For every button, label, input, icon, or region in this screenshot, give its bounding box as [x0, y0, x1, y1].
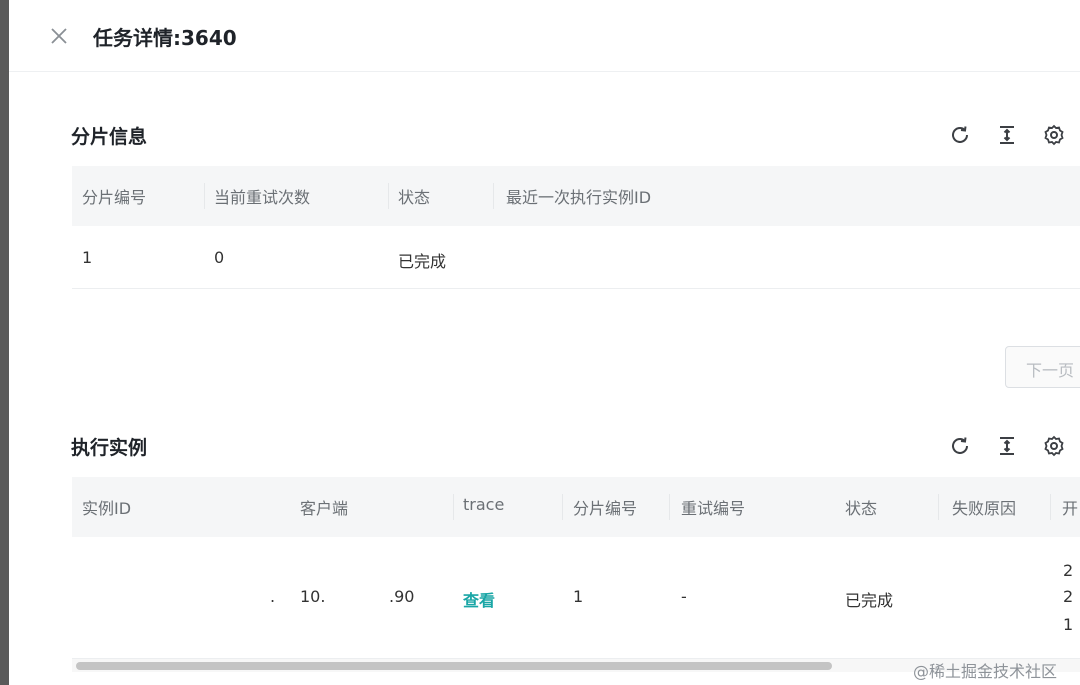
col-fail-reason: 失败原因 [952, 499, 1017, 518]
col-start-time: 开 [1062, 499, 1079, 518]
shard-table: 分片编号 当前重试次数 状态 最近一次执行实例ID 1 0 已完成 [72, 166, 1080, 290]
shard-section-title: 分片信息 [71, 126, 148, 148]
column-divider [938, 494, 939, 520]
column-divider [453, 494, 454, 520]
cell-retry-no: - [681, 587, 687, 606]
trace-view-link[interactable]: 查看 [463, 587, 495, 611]
refresh-icon[interactable] [946, 121, 974, 149]
cell-status: 已完成 [398, 252, 447, 271]
task-detail-drawer: 任务详情:3640 分片信息 分片编号 当前重试次数 状态 最近一次执行实例ID… [9, 0, 1080, 685]
settings-gear-icon[interactable] [1040, 121, 1068, 149]
left-edge-bar [0, 0, 9, 685]
row-divider [72, 288, 1080, 289]
column-height-icon[interactable] [993, 121, 1021, 149]
column-divider [493, 183, 494, 209]
instance-section-title: 执行实例 [71, 437, 148, 459]
cell-start-time-line: 2 [1063, 561, 1074, 580]
col-status: 状态 [845, 499, 878, 518]
cell-shard-no: 1 [573, 587, 584, 606]
cell-shard-no: 1 [82, 248, 93, 267]
instance-toolbar [944, 432, 1074, 460]
refresh-icon[interactable] [946, 432, 974, 460]
column-height-icon[interactable] [993, 432, 1021, 460]
instance-table: 实例ID 客户端 trace 分片编号 重试编号 状态 失败原因 开 . 10.… [72, 477, 1080, 657]
column-divider [1050, 494, 1051, 520]
shard-toolbar [944, 121, 1074, 149]
close-icon[interactable] [47, 24, 71, 48]
shard-table-header: 分片编号 当前重试次数 状态 最近一次执行实例ID [72, 166, 1080, 226]
col-client: 客户端 [300, 499, 349, 518]
cell-client-mark: . [270, 587, 276, 606]
scrollbar-thumb[interactable] [76, 662, 832, 670]
cell-client-ip-b: .90 [389, 587, 415, 606]
column-divider [204, 183, 205, 209]
col-trace: trace [463, 495, 505, 514]
col-status: 状态 [398, 188, 431, 207]
col-shard-no: 分片编号 [82, 188, 147, 207]
cell-start-time-line: 1 [1063, 615, 1074, 634]
cell-status: 已完成 [845, 591, 894, 610]
drawer-title: 任务详情:3640 [93, 26, 237, 50]
column-divider [388, 183, 389, 209]
next-page-button[interactable]: 下一页 [1005, 346, 1080, 388]
col-retry-no: 重试编号 [681, 499, 746, 518]
col-last-instance-id: 最近一次执行实例ID [506, 188, 652, 207]
cell-client-ip-a: 10. [300, 587, 326, 606]
cell-start-time-line: 2 [1063, 587, 1074, 606]
cell-retry-count: 0 [214, 248, 225, 267]
column-divider [562, 494, 563, 520]
drawer-header: 任务详情:3640 [9, 0, 1080, 72]
settings-gear-icon[interactable] [1040, 432, 1068, 460]
instance-table-header: 实例ID 客户端 trace 分片编号 重试编号 状态 失败原因 开 [72, 477, 1080, 537]
col-shard-no: 分片编号 [573, 499, 638, 518]
column-divider [669, 494, 670, 520]
col-instance-id: 实例ID [82, 499, 132, 518]
watermark-text: @稀土掘金技术社区 [913, 662, 1058, 681]
col-retry-count: 当前重试次数 [214, 188, 311, 207]
